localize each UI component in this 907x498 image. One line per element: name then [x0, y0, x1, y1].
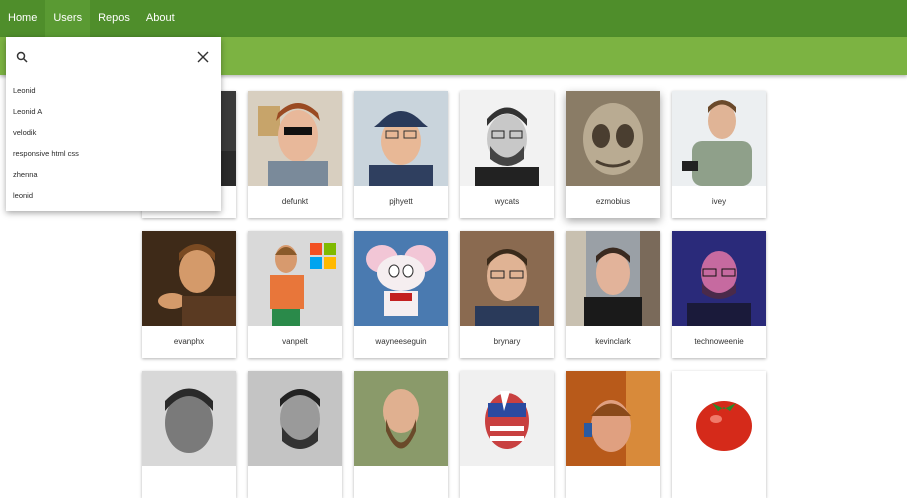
avatar: [566, 91, 660, 186]
suggestion-item[interactable]: leonid: [6, 185, 221, 206]
close-icon[interactable]: [197, 50, 209, 63]
avatar: [142, 371, 236, 466]
user-card[interactable]: vanpelt: [248, 231, 342, 358]
avatar: [672, 371, 766, 466]
avatar: [566, 371, 660, 466]
avatar: [566, 231, 660, 326]
avatar: [248, 231, 342, 326]
suggestion-list: Leonid Leonid A velodik responsive html …: [6, 80, 221, 206]
avatar: [248, 91, 342, 186]
avatar: [460, 371, 554, 466]
user-card[interactable]: technoweenie: [672, 231, 766, 358]
nav-users[interactable]: Users: [45, 0, 91, 37]
user-login: brynary: [493, 337, 521, 346]
user-login: evanphx: [173, 337, 205, 346]
suggestion-item[interactable]: responsive html css: [6, 143, 221, 164]
avatar: [354, 371, 448, 466]
search-panel: Leonid Leonid A velodik responsive html …: [6, 37, 221, 211]
avatar: [354, 91, 448, 186]
avatar: [460, 231, 554, 326]
search-input[interactable]: [36, 46, 186, 66]
user-card[interactable]: wycats: [460, 91, 554, 218]
user-login: [566, 466, 660, 498]
nav-home[interactable]: Home: [0, 0, 45, 37]
user-card[interactable]: [142, 371, 236, 498]
user-card[interactable]: ezmobius: [566, 91, 660, 218]
user-login: ezmobius: [595, 197, 631, 206]
user-card[interactable]: pjhyett: [354, 91, 448, 218]
user-card[interactable]: [460, 371, 554, 498]
user-login: defunkt: [281, 197, 309, 206]
user-login: wayneeseguin: [375, 337, 427, 346]
avatar: [354, 231, 448, 326]
user-login: [248, 466, 342, 498]
nav-repos[interactable]: Repos: [90, 0, 138, 37]
user-login: [142, 466, 236, 498]
search-row: [6, 37, 221, 75]
user-login: kevinclark: [595, 337, 631, 346]
suggestion-item[interactable]: zhenna: [6, 164, 221, 185]
suggestion-item[interactable]: velodik: [6, 122, 221, 143]
nav-about[interactable]: About: [138, 0, 183, 37]
user-card[interactable]: [354, 371, 448, 498]
user-card[interactable]: ivey: [672, 91, 766, 218]
main-nav: Home Users Repos About: [0, 0, 907, 37]
suggestion-item[interactable]: Leonid: [6, 80, 221, 101]
user-card[interactable]: defunkt: [248, 91, 342, 218]
user-card[interactable]: wayneeseguin: [354, 231, 448, 358]
user-login: technoweenie: [694, 337, 744, 346]
user-card[interactable]: evanphx: [142, 231, 236, 358]
user-card[interactable]: [566, 371, 660, 498]
user-login: pjhyett: [389, 197, 413, 206]
user-login: [354, 466, 448, 498]
user-card[interactable]: kevinclark: [566, 231, 660, 358]
user-login: vanpelt: [282, 337, 308, 346]
search-icon: [16, 50, 28, 63]
user-login: ivey: [711, 197, 727, 206]
user-login: [460, 466, 554, 498]
user-login: [672, 466, 766, 498]
avatar: [248, 371, 342, 466]
top-app-bar: Home Users Repos About: [0, 0, 907, 37]
avatar: [672, 91, 766, 186]
avatar: [672, 231, 766, 326]
avatar: [460, 91, 554, 186]
user-card[interactable]: [672, 371, 766, 498]
user-card[interactable]: [248, 371, 342, 498]
avatar: [142, 231, 236, 326]
user-card[interactable]: brynary: [460, 231, 554, 358]
suggestion-item[interactable]: Leonid A: [6, 101, 221, 122]
user-login: wycats: [494, 197, 520, 206]
